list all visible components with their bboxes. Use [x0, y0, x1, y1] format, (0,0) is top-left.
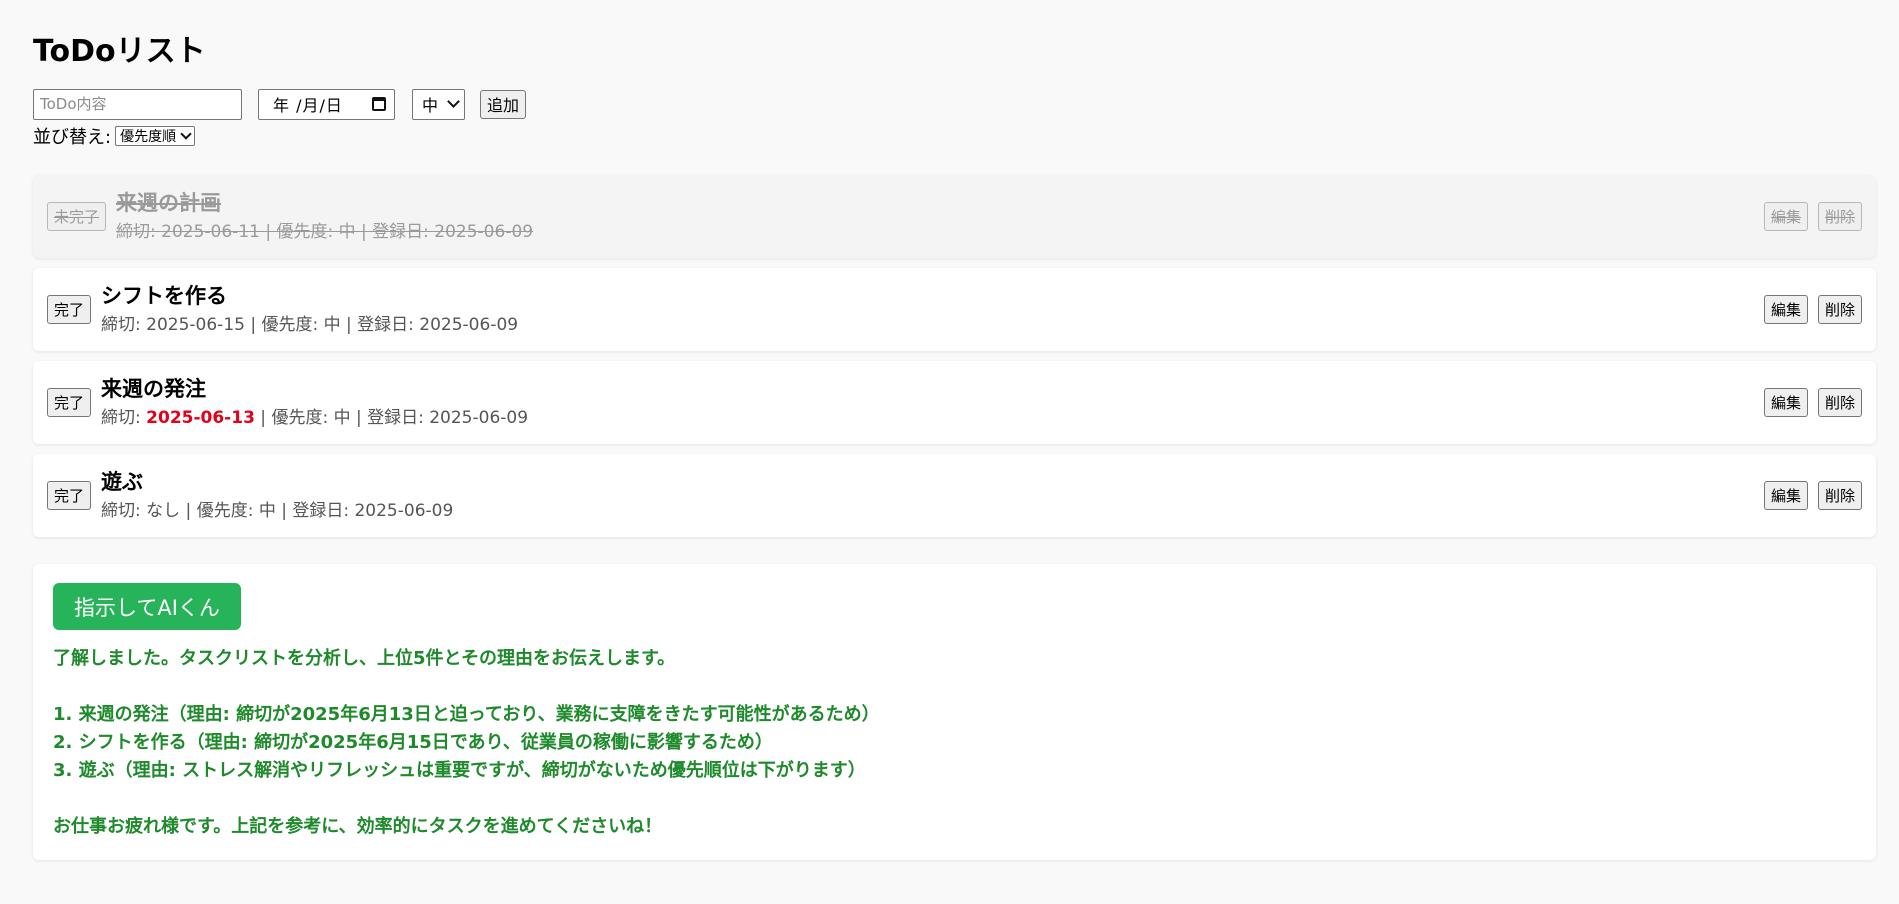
sort-label: 並び替え:	[33, 127, 112, 148]
ai-response-closing: お仕事お疲れ様です。上記を参考に、効率的にタスクを進めてくださいね！	[53, 816, 663, 837]
todo-info: 遊ぶ 締切: なし | 優先度: 中 | 登録日: 2025-06-09	[101, 468, 453, 523]
toggle-status-button[interactable]: 未完了	[47, 202, 107, 231]
delete-button[interactable]: 削除	[1817, 388, 1862, 417]
todo-item: 完了 シフトを作る 締切: 2025-06-15 | 優先度: 中 | 登録日:…	[33, 268, 1876, 351]
deadline-value: 2025-06-11	[161, 222, 260, 242]
todo-info: 来週の計画 締切: 2025-06-11 | 優先度: 中 | 登録日: 202…	[116, 189, 533, 244]
toggle-status-button[interactable]: 完了	[47, 481, 92, 510]
todo-info: 来週の発注 締切: 2025-06-13 | 優先度: 中 | 登録日: 202…	[101, 375, 528, 430]
ai-response-item: 3. 遊ぶ（理由: ストレス解消やリフレッシュは重要ですが、締切がないため優先順…	[53, 760, 866, 781]
meta-rest: | 優先度: 中 | 登録日: 2025-06-09	[180, 501, 454, 521]
deadline-label: 締切:	[101, 315, 147, 335]
edit-button[interactable]: 編集	[1763, 481, 1808, 510]
add-button[interactable]: 追加	[480, 89, 527, 119]
deadline-value: なし	[146, 501, 181, 521]
toggle-status-button[interactable]: 完了	[47, 388, 92, 417]
todo-item: 完了 遊ぶ 締切: なし | 優先度: 中 | 登録日: 2025-06-09 …	[33, 454, 1876, 537]
todo-item: 完了 来週の発注 締切: 2025-06-13 | 優先度: 中 | 登録日: …	[33, 361, 1876, 444]
delete-button[interactable]: 削除	[1817, 481, 1862, 510]
delete-button[interactable]: 削除	[1817, 202, 1862, 231]
priority-select[interactable]: 中	[412, 88, 465, 120]
ai-response: 了解しました。タスクリストを分析し、上位5件とその理由をお伝えします。 1. 来…	[53, 645, 1856, 841]
sort-value: 優先度順	[120, 129, 177, 145]
todo-actions: 編集 削除	[1763, 388, 1862, 417]
date-placeholder: 年 /月/日	[273, 96, 343, 115]
todo-content-input[interactable]	[33, 88, 242, 120]
ai-response-item: 1. 来週の発注（理由: 締切が2025年6月13日と迫っており、業務に支障をき…	[53, 704, 880, 725]
deadline-label: 締切:	[116, 222, 162, 242]
edit-button[interactable]: 編集	[1763, 295, 1808, 324]
edit-button[interactable]: 編集	[1763, 202, 1808, 231]
todo-title: シフトを作る	[101, 284, 228, 308]
todo-meta: 締切: 2025-06-13 | 優先度: 中 | 登録日: 2025-06-0…	[101, 406, 528, 430]
deadline-value: 2025-06-15	[146, 315, 245, 335]
app-root: ToDoリスト 年 /月/日 中 追加 並び替え: 優先度順 未完了 来週の計画…	[0, 0, 1899, 860]
todo-list: 未完了 来週の計画 締切: 2025-06-11 | 優先度: 中 | 登録日:…	[33, 175, 1876, 537]
edit-button[interactable]: 編集	[1763, 388, 1808, 417]
meta-rest: | 優先度: 中 | 登録日: 2025-06-09	[259, 222, 534, 242]
ai-panel: 指示してAIくん 了解しました。タスクリストを分析し、上位5件とその理由をお伝え…	[33, 564, 1876, 860]
ai-instruct-button[interactable]: 指示してAIくん	[53, 583, 241, 630]
calendar-icon[interactable]	[372, 97, 386, 111]
todo-info: シフトを作る 締切: 2025-06-15 | 優先度: 中 | 登録日: 20…	[101, 282, 518, 337]
toggle-status-button[interactable]: 完了	[47, 295, 92, 324]
sort-select[interactable]: 優先度順	[115, 126, 196, 146]
todo-meta: 締切: 2025-06-11 | 優先度: 中 | 登録日: 2025-06-0…	[116, 220, 533, 244]
todo-title: 来週の発注	[101, 377, 207, 401]
chevron-down-icon	[180, 128, 192, 140]
todo-actions: 編集 削除	[1763, 295, 1862, 324]
ai-response-item: 2. シフトを作る（理由: 締切が2025年6月15日であり、従業員の稼働に影響…	[53, 732, 773, 753]
deadline-value-overdue: 2025-06-13	[146, 408, 255, 428]
chevron-down-icon	[447, 95, 460, 108]
ai-response-intro: 了解しました。タスクリストを分析し、上位5件とその理由をお伝えします。	[53, 648, 676, 669]
todo-meta: 締切: なし | 優先度: 中 | 登録日: 2025-06-09	[101, 499, 453, 523]
sort-row: 並び替え: 優先度順	[33, 123, 1876, 149]
todo-title: 来週の計画	[116, 191, 222, 215]
deadline-label: 締切:	[101, 408, 147, 428]
deadline-label: 締切:	[101, 501, 147, 521]
todo-meta: 締切: 2025-06-15 | 優先度: 中 | 登録日: 2025-06-0…	[101, 313, 518, 337]
meta-rest: | 優先度: 中 | 登録日: 2025-06-09	[254, 408, 529, 428]
deadline-date-input[interactable]: 年 /月/日	[258, 88, 395, 120]
priority-value: 中	[422, 96, 439, 115]
todo-actions: 編集 削除	[1763, 202, 1862, 231]
page-title: ToDoリスト	[33, 34, 206, 69]
delete-button[interactable]: 削除	[1817, 295, 1862, 324]
meta-rest: | 優先度: 中 | 登録日: 2025-06-09	[244, 315, 519, 335]
todo-actions: 編集 削除	[1763, 481, 1862, 510]
add-todo-form: 年 /月/日 中 追加	[33, 88, 1876, 120]
todo-item: 未完了 来週の計画 締切: 2025-06-11 | 優先度: 中 | 登録日:…	[33, 175, 1876, 258]
todo-title: 遊ぶ	[101, 470, 144, 494]
